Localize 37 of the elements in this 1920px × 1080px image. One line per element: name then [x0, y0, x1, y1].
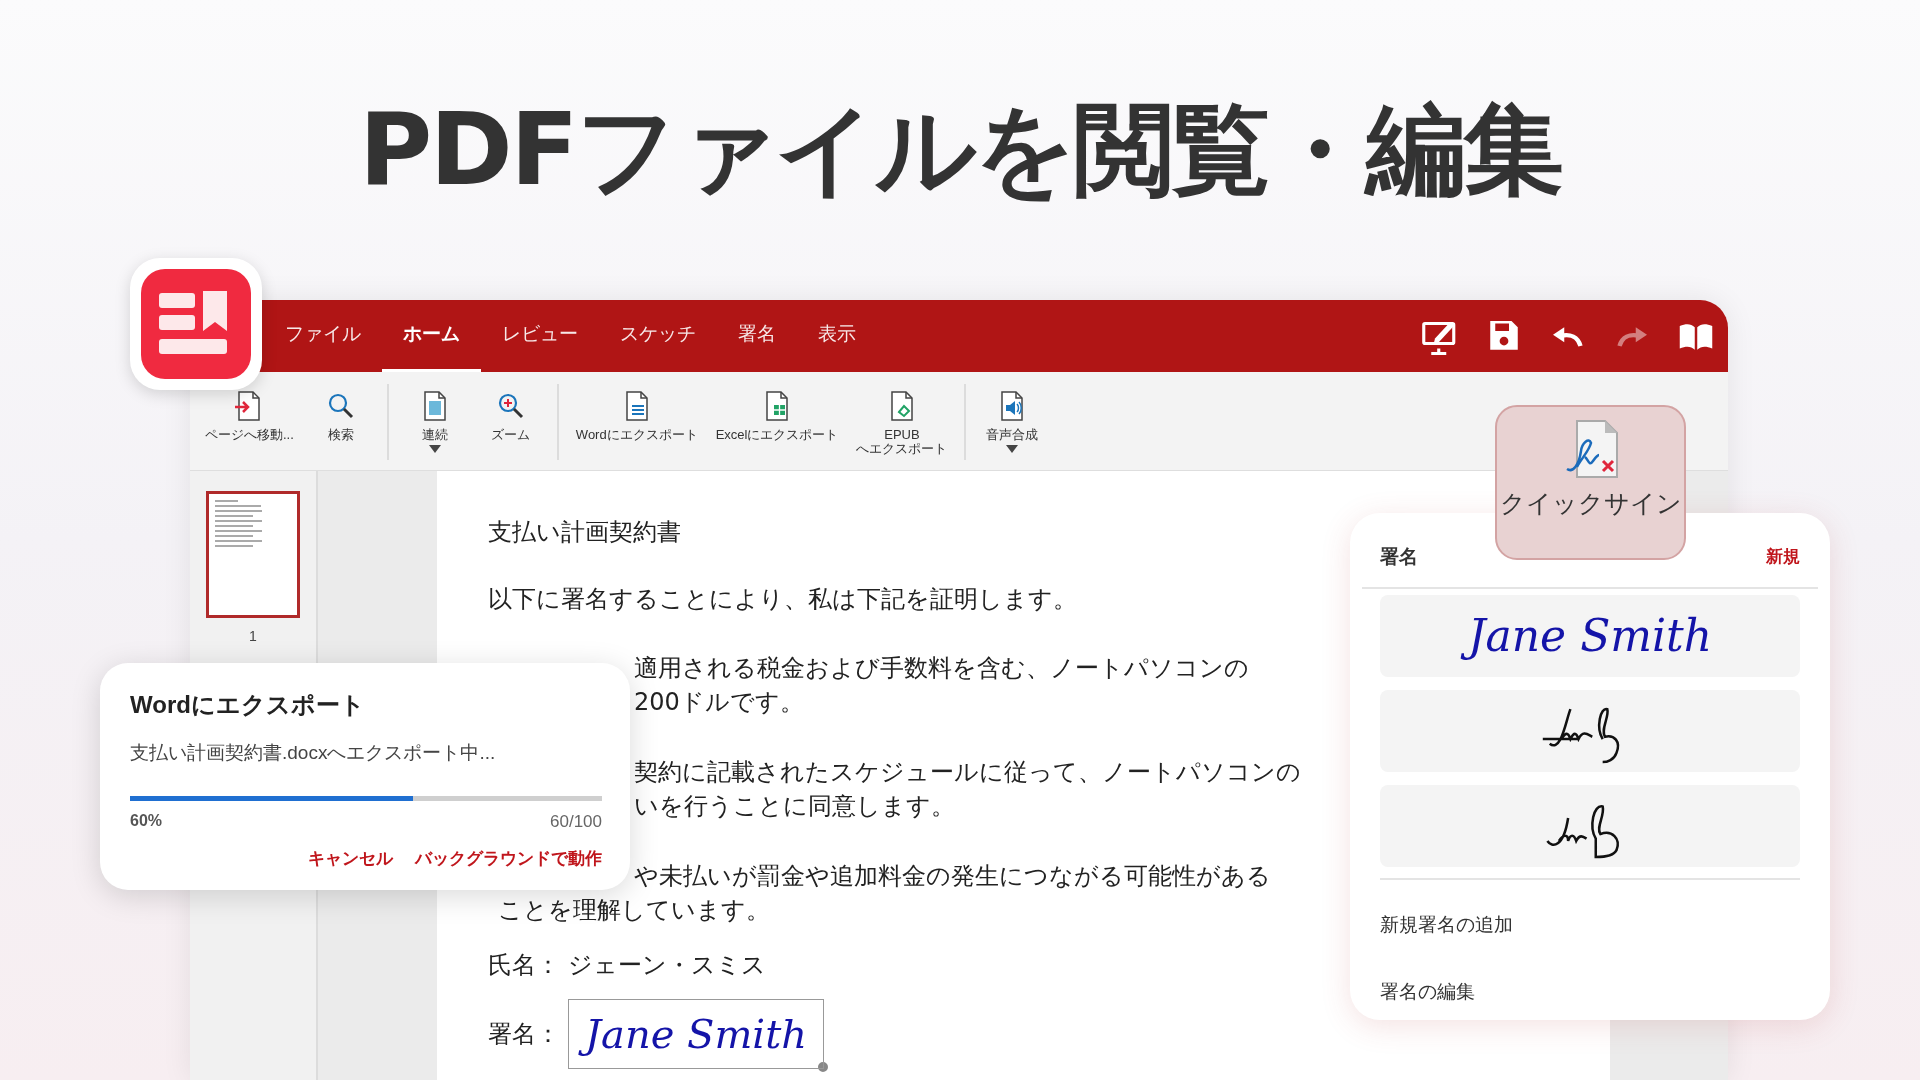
dialog-message: 支払い計画契約書.docxへエクスポート中... [130, 741, 497, 765]
document-text: ことを理解しています。 [498, 895, 770, 926]
menu-tab[interactable]: 署名 [717, 300, 797, 372]
menu-item[interactable]: 署名の編集 [1380, 977, 1475, 1006]
signature-field[interactable]: Jane Smith [568, 999, 824, 1069]
toolbar-button[interactable]: ページへ移動... [196, 390, 303, 458]
quick-sign-button[interactable]: クイックサイン [1495, 405, 1686, 560]
document-text: 以下に署名することにより、私は下記を証明します。 [488, 584, 1077, 615]
menu-item[interactable]: 新規署名の追加 [1380, 911, 1513, 940]
menu-tab[interactable]: レビュー [481, 300, 599, 372]
toolbar-button[interactable]: Wordにエクスポート [566, 390, 707, 458]
dialog-button[interactable]: キャンセル [308, 846, 393, 872]
toolbar-button[interactable]: EPUB へエクスポート [847, 390, 957, 458]
new-signature-button[interactable]: 新規 [1766, 544, 1800, 570]
toolbar-button[interactable]: 音声合成 [974, 390, 1051, 458]
progress-percent: 60% [130, 810, 163, 831]
page-thumbnail[interactable] [206, 491, 300, 618]
signature-card[interactable]: Jane Smith [1380, 595, 1800, 677]
toolbar-button[interactable]: 検索 [302, 390, 379, 458]
headline: PDFファイルを閲覧・編集 [358, 90, 1562, 200]
document-title: 支払い計画契約書 [488, 517, 681, 548]
resize-handle[interactable] [816, 1060, 830, 1074]
dialog-title: Wordにエクスポート [130, 690, 366, 720]
field-value: ジェーン・スミス [568, 950, 766, 981]
field-label: 氏名： [488, 950, 560, 981]
field-label: 署名： [488, 1019, 560, 1050]
toolbar-button[interactable]: Excelにエクスポート [706, 390, 848, 458]
logo-icon [141, 269, 251, 379]
menu-tab[interactable]: ファイル [264, 300, 382, 372]
panel-title: 署名 [1380, 544, 1418, 569]
menu-tab[interactable]: 表示 [797, 300, 877, 372]
menu-tab[interactable]: スケッチ [599, 300, 717, 372]
dialog-button[interactable]: バックグラウンドで動作 [415, 846, 602, 872]
page-number: 1 [249, 627, 257, 646]
toolbar-button[interactable]: 連続 [396, 390, 473, 458]
toolbar-button[interactable]: ズーム [472, 390, 549, 458]
progress-count: 60/100 [550, 810, 602, 833]
